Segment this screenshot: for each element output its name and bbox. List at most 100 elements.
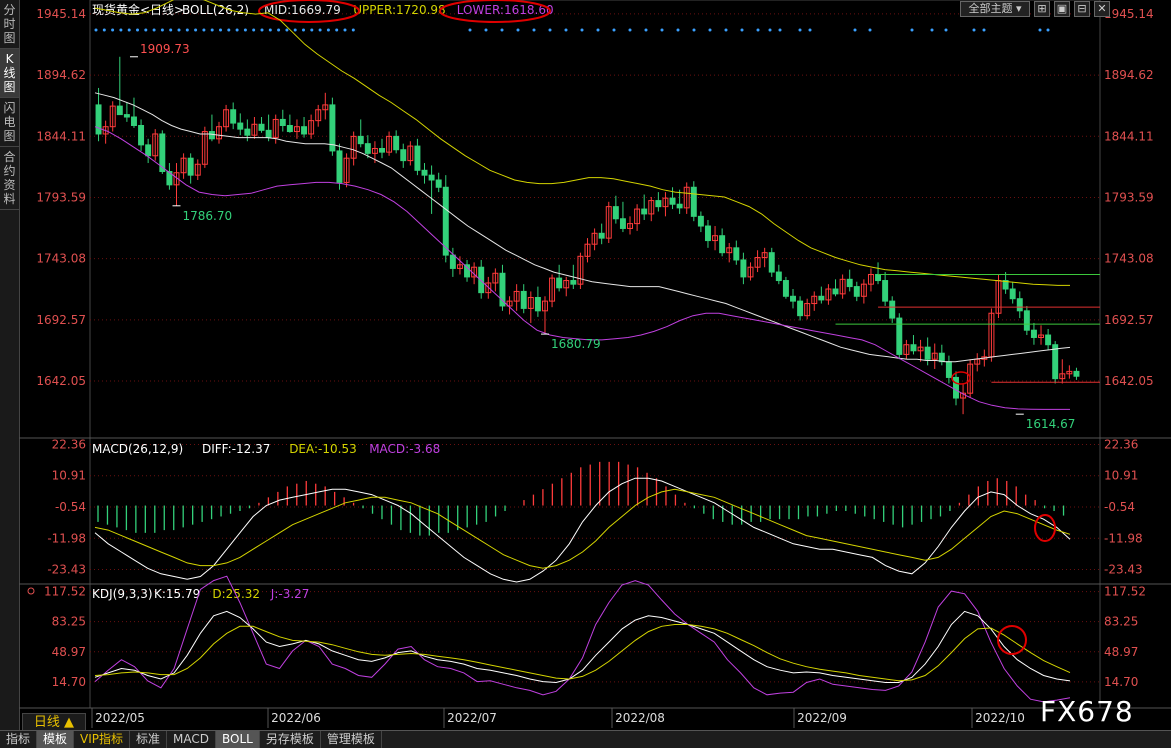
signal-dot [210, 28, 214, 32]
candle-body [435, 179, 442, 188]
kdj-legend-item: D:25.32 [212, 587, 260, 601]
tab-manage-template[interactable]: 管理模板 [321, 731, 382, 748]
candle-body [697, 215, 704, 227]
candle-body [279, 118, 286, 126]
candle-body [478, 266, 485, 294]
kdj-tick-label-left: 14.70 [52, 675, 86, 689]
candle-body [421, 169, 428, 176]
candle-body [612, 206, 619, 220]
candle-body [882, 280, 889, 302]
macd-tick-label-left: -0.54 [55, 500, 86, 514]
signal-dot [1046, 28, 1050, 32]
signal-dot [310, 28, 314, 32]
signal-dot [326, 28, 330, 32]
candle-body [301, 126, 308, 135]
main-tick-label-right: 1743.08 [1104, 252, 1154, 266]
candle-body [704, 225, 711, 242]
candle-body [896, 317, 903, 355]
candle-body [123, 114, 130, 118]
main-tick-label-left: 1692.57 [36, 313, 86, 327]
x-axis-label: 2022/10 [975, 711, 1025, 725]
candle-body [924, 346, 931, 360]
signal-dot [160, 28, 164, 32]
close-icon[interactable]: ✕ [1094, 1, 1110, 17]
candle-body [740, 259, 747, 278]
signal-dot [235, 28, 239, 32]
signal-dot [868, 28, 872, 32]
signal-dot [293, 28, 297, 32]
signal-dot [676, 28, 680, 32]
signal-dot [94, 28, 98, 32]
candle-body [676, 203, 683, 209]
bottom-toolbar: 指标 模板 VIP指标 标准 MACD BOLL 另存模板 管理模板 [0, 730, 1171, 748]
signal-dot [285, 28, 289, 32]
kdj-tick-label-right: 117.52 [1104, 585, 1146, 599]
main-tick-label-left: 1743.08 [36, 252, 86, 266]
candle-body [130, 116, 137, 126]
candle-body [244, 128, 251, 136]
signal-dot [724, 28, 728, 32]
layout-icon[interactable]: ⊟ [1074, 1, 1090, 17]
macd-diff-line [94, 477, 1071, 583]
watermark: FX678 [1040, 695, 1134, 728]
candle-body [1009, 288, 1016, 300]
x-axis-label: 2022/06 [271, 711, 321, 725]
signal-dot [318, 28, 322, 32]
macd-tick-label-left: 22.36 [52, 437, 86, 451]
candle-body [428, 174, 435, 181]
kdj-settings-icon [27, 587, 35, 595]
candle-body [846, 278, 853, 288]
signal-dot [910, 28, 914, 32]
tab-indicator[interactable]: 指标 [0, 731, 38, 748]
window-icon[interactable]: ▣ [1054, 1, 1070, 17]
tab-vip-indicator[interactable]: VIP指标 [74, 731, 131, 748]
tab-boll[interactable]: BOLL [216, 731, 260, 748]
signal-dot [778, 28, 782, 32]
theme-select[interactable]: 全部主题 ▾ [960, 1, 1030, 17]
main-tick-label-right: 1692.57 [1104, 313, 1154, 327]
signal-dot [808, 28, 812, 32]
candle-body [889, 300, 896, 319]
tab-template[interactable]: 模板 [37, 731, 75, 748]
candle-body [875, 273, 882, 282]
tab-standard[interactable]: 标准 [130, 731, 168, 748]
x-axis-label: 2022/08 [615, 711, 665, 725]
macd-dea-line [94, 488, 1071, 569]
candle-body [818, 295, 825, 301]
macd-tick-label-right: 10.91 [1104, 469, 1138, 483]
signal-dot [119, 28, 123, 32]
signal-dot [185, 28, 189, 32]
signal-dot [708, 28, 712, 32]
signal-dot [202, 28, 206, 32]
kdj-legend-item: J:-3.27 [270, 587, 310, 601]
macd-tick-label-right: -23.43 [1104, 563, 1143, 577]
signal-dot [219, 28, 222, 32]
signal-dot [351, 28, 355, 32]
candle-body [910, 344, 917, 352]
main-tick-label-left: 1945.14 [36, 7, 86, 21]
signal-dot [177, 28, 181, 32]
kdj-tick-label-right: 48.97 [1104, 645, 1138, 659]
candle-body [393, 135, 400, 151]
main-tick-label-right: 1945.14 [1104, 7, 1154, 21]
macd-legend-item: DEA:-10.53 [289, 442, 357, 456]
macd-tick-label-right: -0.54 [1104, 500, 1135, 514]
signal-dot [516, 28, 520, 32]
candle-body [619, 218, 626, 229]
macd-tick-label-left: 10.91 [52, 469, 86, 483]
grid-icon[interactable]: ⊞ [1034, 1, 1050, 17]
tab-save-template[interactable]: 另存模板 [260, 731, 321, 748]
candle-body [95, 104, 102, 135]
macd-legend-item: MACD:-3.68 [369, 442, 440, 456]
candle-body [832, 288, 839, 295]
signal-dot [612, 28, 616, 32]
macd-tick-label-right: -11.98 [1104, 531, 1143, 545]
main-tick-label-right: 1844.11 [1104, 129, 1154, 143]
main-tick-label-left: 1793.59 [36, 190, 86, 204]
tab-macd[interactable]: MACD [167, 731, 217, 748]
signal-dot [227, 28, 231, 32]
signal-dot [692, 28, 696, 32]
theme-select-label: 全部主题 [968, 2, 1013, 15]
signal-dot [111, 28, 115, 32]
candle-body [775, 271, 782, 282]
